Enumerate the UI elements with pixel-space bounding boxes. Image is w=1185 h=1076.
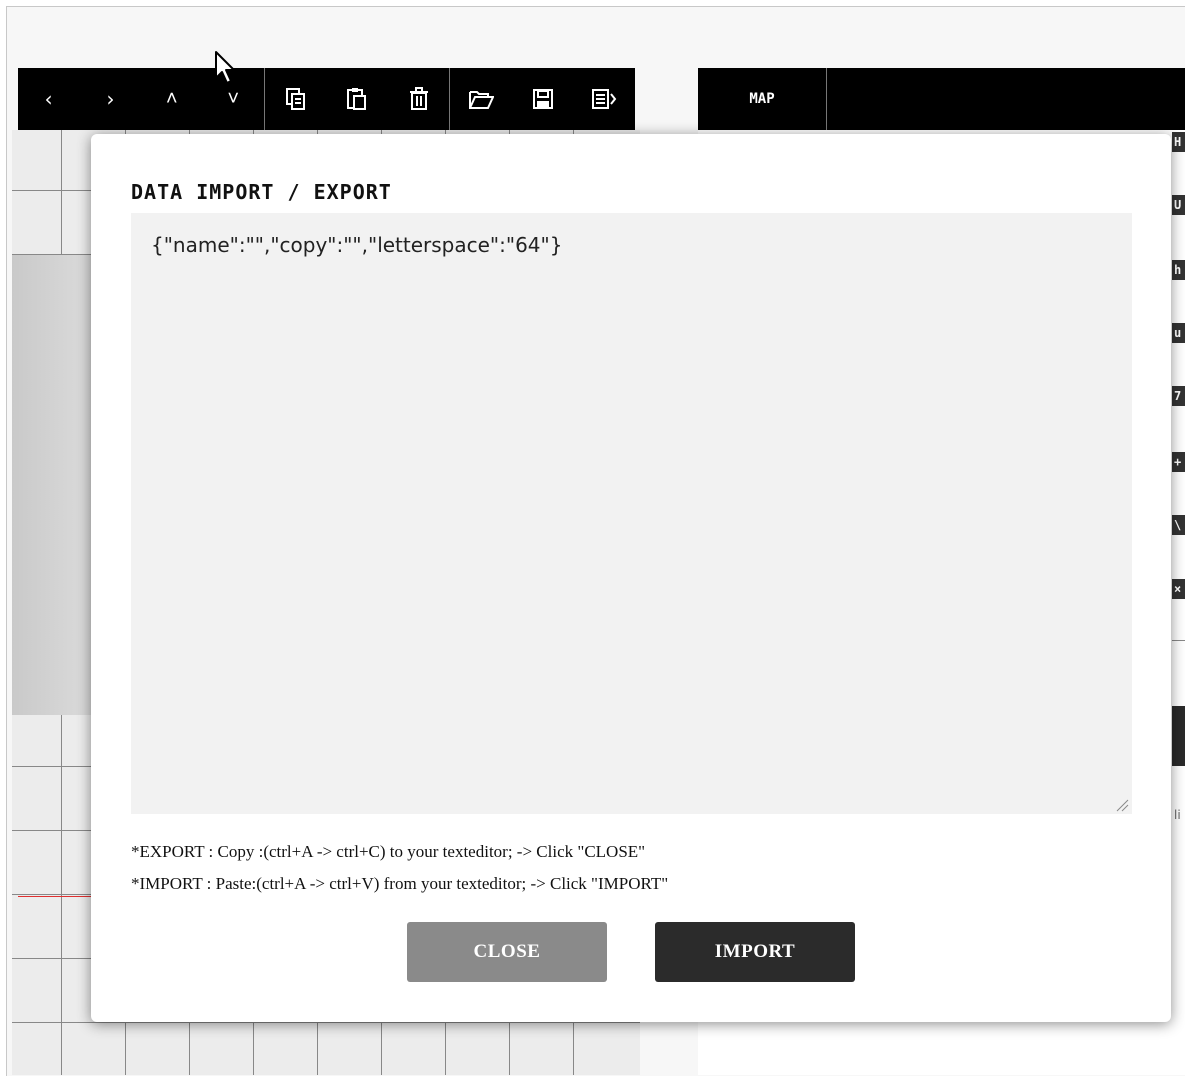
- export-button[interactable]: [573, 68, 635, 130]
- panel-text: li: [1174, 808, 1181, 822]
- close-button[interactable]: CLOSE: [407, 922, 607, 982]
- export-help-text: *EXPORT : Copy :(ctrl+A -> ctrl+C) to yo…: [131, 842, 646, 861]
- export-icon: [592, 89, 617, 109]
- side-chip[interactable]: \: [1172, 515, 1185, 535]
- chevron-down-icon: ˅: [227, 86, 240, 110]
- right-toolbar: MAP: [698, 68, 1185, 130]
- copy-icon: [285, 88, 305, 110]
- resize-handle-icon[interactable]: [1115, 798, 1129, 812]
- nav-left-button[interactable]: ‹: [18, 68, 80, 130]
- side-chip[interactable]: H: [1172, 132, 1185, 152]
- panel-divider: [1172, 640, 1185, 641]
- side-chip[interactable]: ×: [1172, 579, 1185, 599]
- panel-dark-block: [1172, 706, 1185, 766]
- side-chip[interactable]: u: [1172, 323, 1185, 343]
- side-chip[interactable]: 7: [1172, 386, 1185, 406]
- data-textarea[interactable]: {"name":"","copy":"","letterspace":"64"}: [131, 213, 1132, 814]
- dialog-title: DATA IMPORT / EXPORT: [131, 180, 392, 204]
- data-import-export-dialog: DATA IMPORT / EXPORT {"name":"","copy":"…: [91, 134, 1171, 1022]
- side-chip[interactable]: +: [1172, 452, 1185, 472]
- save-icon: [532, 89, 553, 109]
- paste-icon: [347, 88, 367, 110]
- folder-open-icon: [469, 91, 495, 109]
- delete-button[interactable]: [388, 68, 450, 130]
- chevron-up-icon: ˄: [165, 86, 178, 110]
- side-chip[interactable]: U: [1172, 195, 1185, 215]
- nav-up-button[interactable]: ˄: [141, 68, 203, 130]
- chevron-left-icon: ‹: [42, 87, 55, 111]
- import-help-text: *IMPORT : Paste:(ctrl+A -> ctrl+V) from …: [131, 874, 669, 893]
- import-button[interactable]: IMPORT: [655, 922, 855, 982]
- mouse-cursor-icon: [215, 51, 235, 84]
- nav-right-button[interactable]: ›: [80, 68, 142, 130]
- paste-button[interactable]: [326, 68, 388, 130]
- side-chip[interactable]: h: [1172, 260, 1185, 280]
- copy-button[interactable]: [265, 68, 327, 130]
- tab-map[interactable]: MAP: [698, 68, 827, 130]
- editor-toolbar: ‹ › ˄ ˅: [18, 68, 635, 130]
- save-button[interactable]: [512, 68, 574, 130]
- open-button[interactable]: [450, 68, 512, 130]
- trash-icon: [409, 87, 428, 110]
- chevron-right-icon: ›: [104, 87, 117, 111]
